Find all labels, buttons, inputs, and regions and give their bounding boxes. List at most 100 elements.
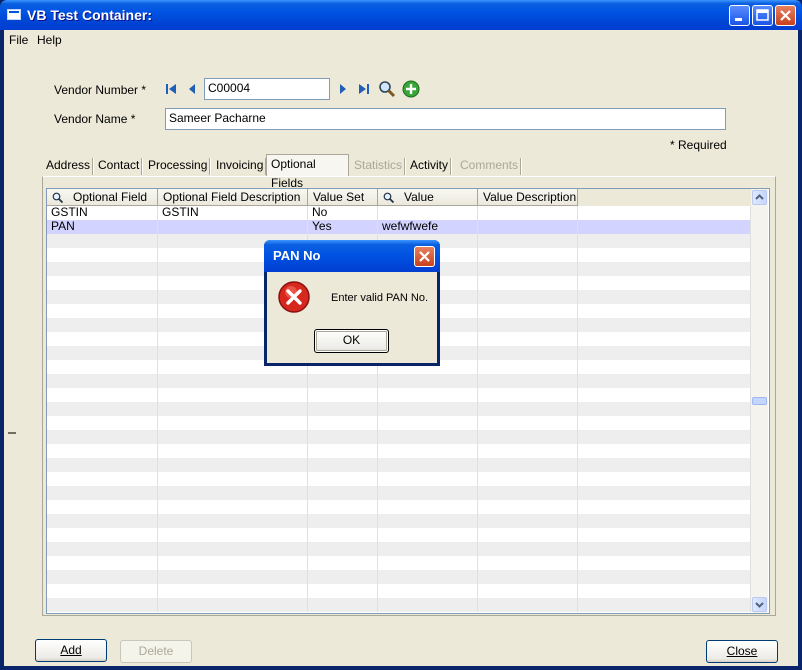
table-cell[interactable]	[478, 374, 578, 388]
table-cell[interactable]	[478, 388, 578, 402]
table-cell[interactable]	[378, 458, 478, 472]
column-header-value[interactable]: Value	[378, 189, 478, 206]
table-cell[interactable]	[158, 556, 308, 570]
table-cell[interactable]	[158, 458, 308, 472]
table-cell[interactable]	[158, 402, 308, 416]
table-cell[interactable]	[578, 598, 751, 612]
table-row[interactable]: GSTIN GSTIN No	[47, 206, 751, 220]
table-cell[interactable]	[478, 304, 578, 318]
table-row[interactable]	[47, 458, 751, 472]
table-cell[interactable]	[308, 514, 378, 528]
table-cell[interactable]	[47, 304, 158, 318]
table-cell[interactable]	[578, 346, 751, 360]
table-cell[interactable]	[478, 556, 578, 570]
table-cell[interactable]	[378, 570, 478, 584]
table-cell[interactable]	[158, 486, 308, 500]
menu-file[interactable]: File	[9, 33, 28, 47]
table-cell[interactable]	[308, 486, 378, 500]
table-cell[interactable]	[47, 598, 158, 612]
table-cell[interactable]	[158, 514, 308, 528]
table-cell[interactable]	[308, 430, 378, 444]
table-cell[interactable]	[578, 206, 751, 220]
table-cell[interactable]	[308, 388, 378, 402]
table-cell[interactable]	[578, 388, 751, 402]
table-cell[interactable]	[47, 430, 158, 444]
next-record-icon[interactable]	[336, 82, 350, 96]
table-cell[interactable]	[47, 346, 158, 360]
column-header-description[interactable]: Optional Field Description	[158, 189, 308, 206]
close-button[interactable]: Close	[706, 640, 778, 663]
table-row[interactable]	[47, 514, 751, 528]
table-cell[interactable]	[47, 402, 158, 416]
table-row[interactable]	[47, 472, 751, 486]
table-row[interactable]	[47, 598, 751, 612]
table-cell[interactable]	[378, 416, 478, 430]
table-cell[interactable]	[308, 542, 378, 556]
table-cell[interactable]	[478, 220, 578, 234]
delete-button[interactable]: Delete	[120, 640, 192, 663]
table-cell[interactable]	[308, 570, 378, 584]
table-cell[interactable]	[478, 290, 578, 304]
last-record-icon[interactable]	[357, 82, 371, 96]
table-cell[interactable]	[158, 220, 308, 234]
tab-comments[interactable]: Comments	[456, 156, 523, 175]
table-cell[interactable]	[47, 360, 158, 374]
table-cell[interactable]	[47, 248, 158, 262]
close-window-button[interactable]	[775, 5, 796, 26]
table-cell[interactable]	[308, 444, 378, 458]
scroll-thumb[interactable]	[752, 397, 767, 405]
table-cell[interactable]	[47, 528, 158, 542]
table-cell[interactable]	[378, 500, 478, 514]
table-cell[interactable]: GSTIN	[158, 206, 308, 220]
table-cell[interactable]: PAN	[47, 220, 158, 234]
scroll-down-button[interactable]	[752, 597, 767, 612]
table-cell[interactable]	[478, 472, 578, 486]
table-row[interactable]	[47, 500, 751, 514]
table-cell[interactable]	[578, 570, 751, 584]
table-cell[interactable]	[378, 402, 478, 416]
table-cell[interactable]	[158, 416, 308, 430]
table-cell[interactable]	[578, 528, 751, 542]
table-cell[interactable]	[308, 402, 378, 416]
table-cell[interactable]	[378, 388, 478, 402]
table-cell[interactable]	[158, 598, 308, 612]
previous-record-icon[interactable]	[185, 82, 199, 96]
table-cell[interactable]	[478, 528, 578, 542]
table-cell[interactable]	[47, 570, 158, 584]
table-cell[interactable]	[578, 416, 751, 430]
table-row[interactable]	[47, 416, 751, 430]
table-cell[interactable]	[478, 318, 578, 332]
table-cell[interactable]	[308, 528, 378, 542]
table-cell[interactable]	[578, 318, 751, 332]
tab-invoicing[interactable]: Invoicing	[212, 156, 268, 175]
dialog-title-bar[interactable]: PAN No	[264, 240, 440, 272]
table-cell[interactable]	[578, 234, 751, 248]
table-cell[interactable]	[158, 570, 308, 584]
table-cell[interactable]	[47, 374, 158, 388]
add-new-icon[interactable]	[402, 80, 420, 98]
table-cell[interactable]	[378, 514, 478, 528]
first-record-icon[interactable]	[164, 82, 178, 96]
table-cell[interactable]	[578, 500, 751, 514]
table-cell[interactable]	[47, 332, 158, 346]
table-cell[interactable]: wefwfwefe	[378, 220, 478, 234]
table-cell[interactable]	[478, 486, 578, 500]
table-cell[interactable]	[158, 388, 308, 402]
table-cell[interactable]	[47, 262, 158, 276]
table-row[interactable]	[47, 584, 751, 598]
table-cell[interactable]	[578, 276, 751, 290]
table-cell[interactable]	[158, 528, 308, 542]
table-row[interactable]	[47, 556, 751, 570]
table-cell[interactable]	[578, 584, 751, 598]
table-cell[interactable]	[378, 374, 478, 388]
table-cell[interactable]	[308, 374, 378, 388]
table-cell[interactable]	[578, 556, 751, 570]
table-cell[interactable]	[578, 486, 751, 500]
table-cell[interactable]	[478, 458, 578, 472]
table-cell[interactable]	[478, 500, 578, 514]
table-cell[interactable]	[378, 206, 478, 220]
table-cell[interactable]	[47, 388, 158, 402]
table-cell[interactable]	[47, 486, 158, 500]
column-header-value-set[interactable]: Value Set	[308, 189, 378, 206]
table-cell[interactable]	[478, 262, 578, 276]
